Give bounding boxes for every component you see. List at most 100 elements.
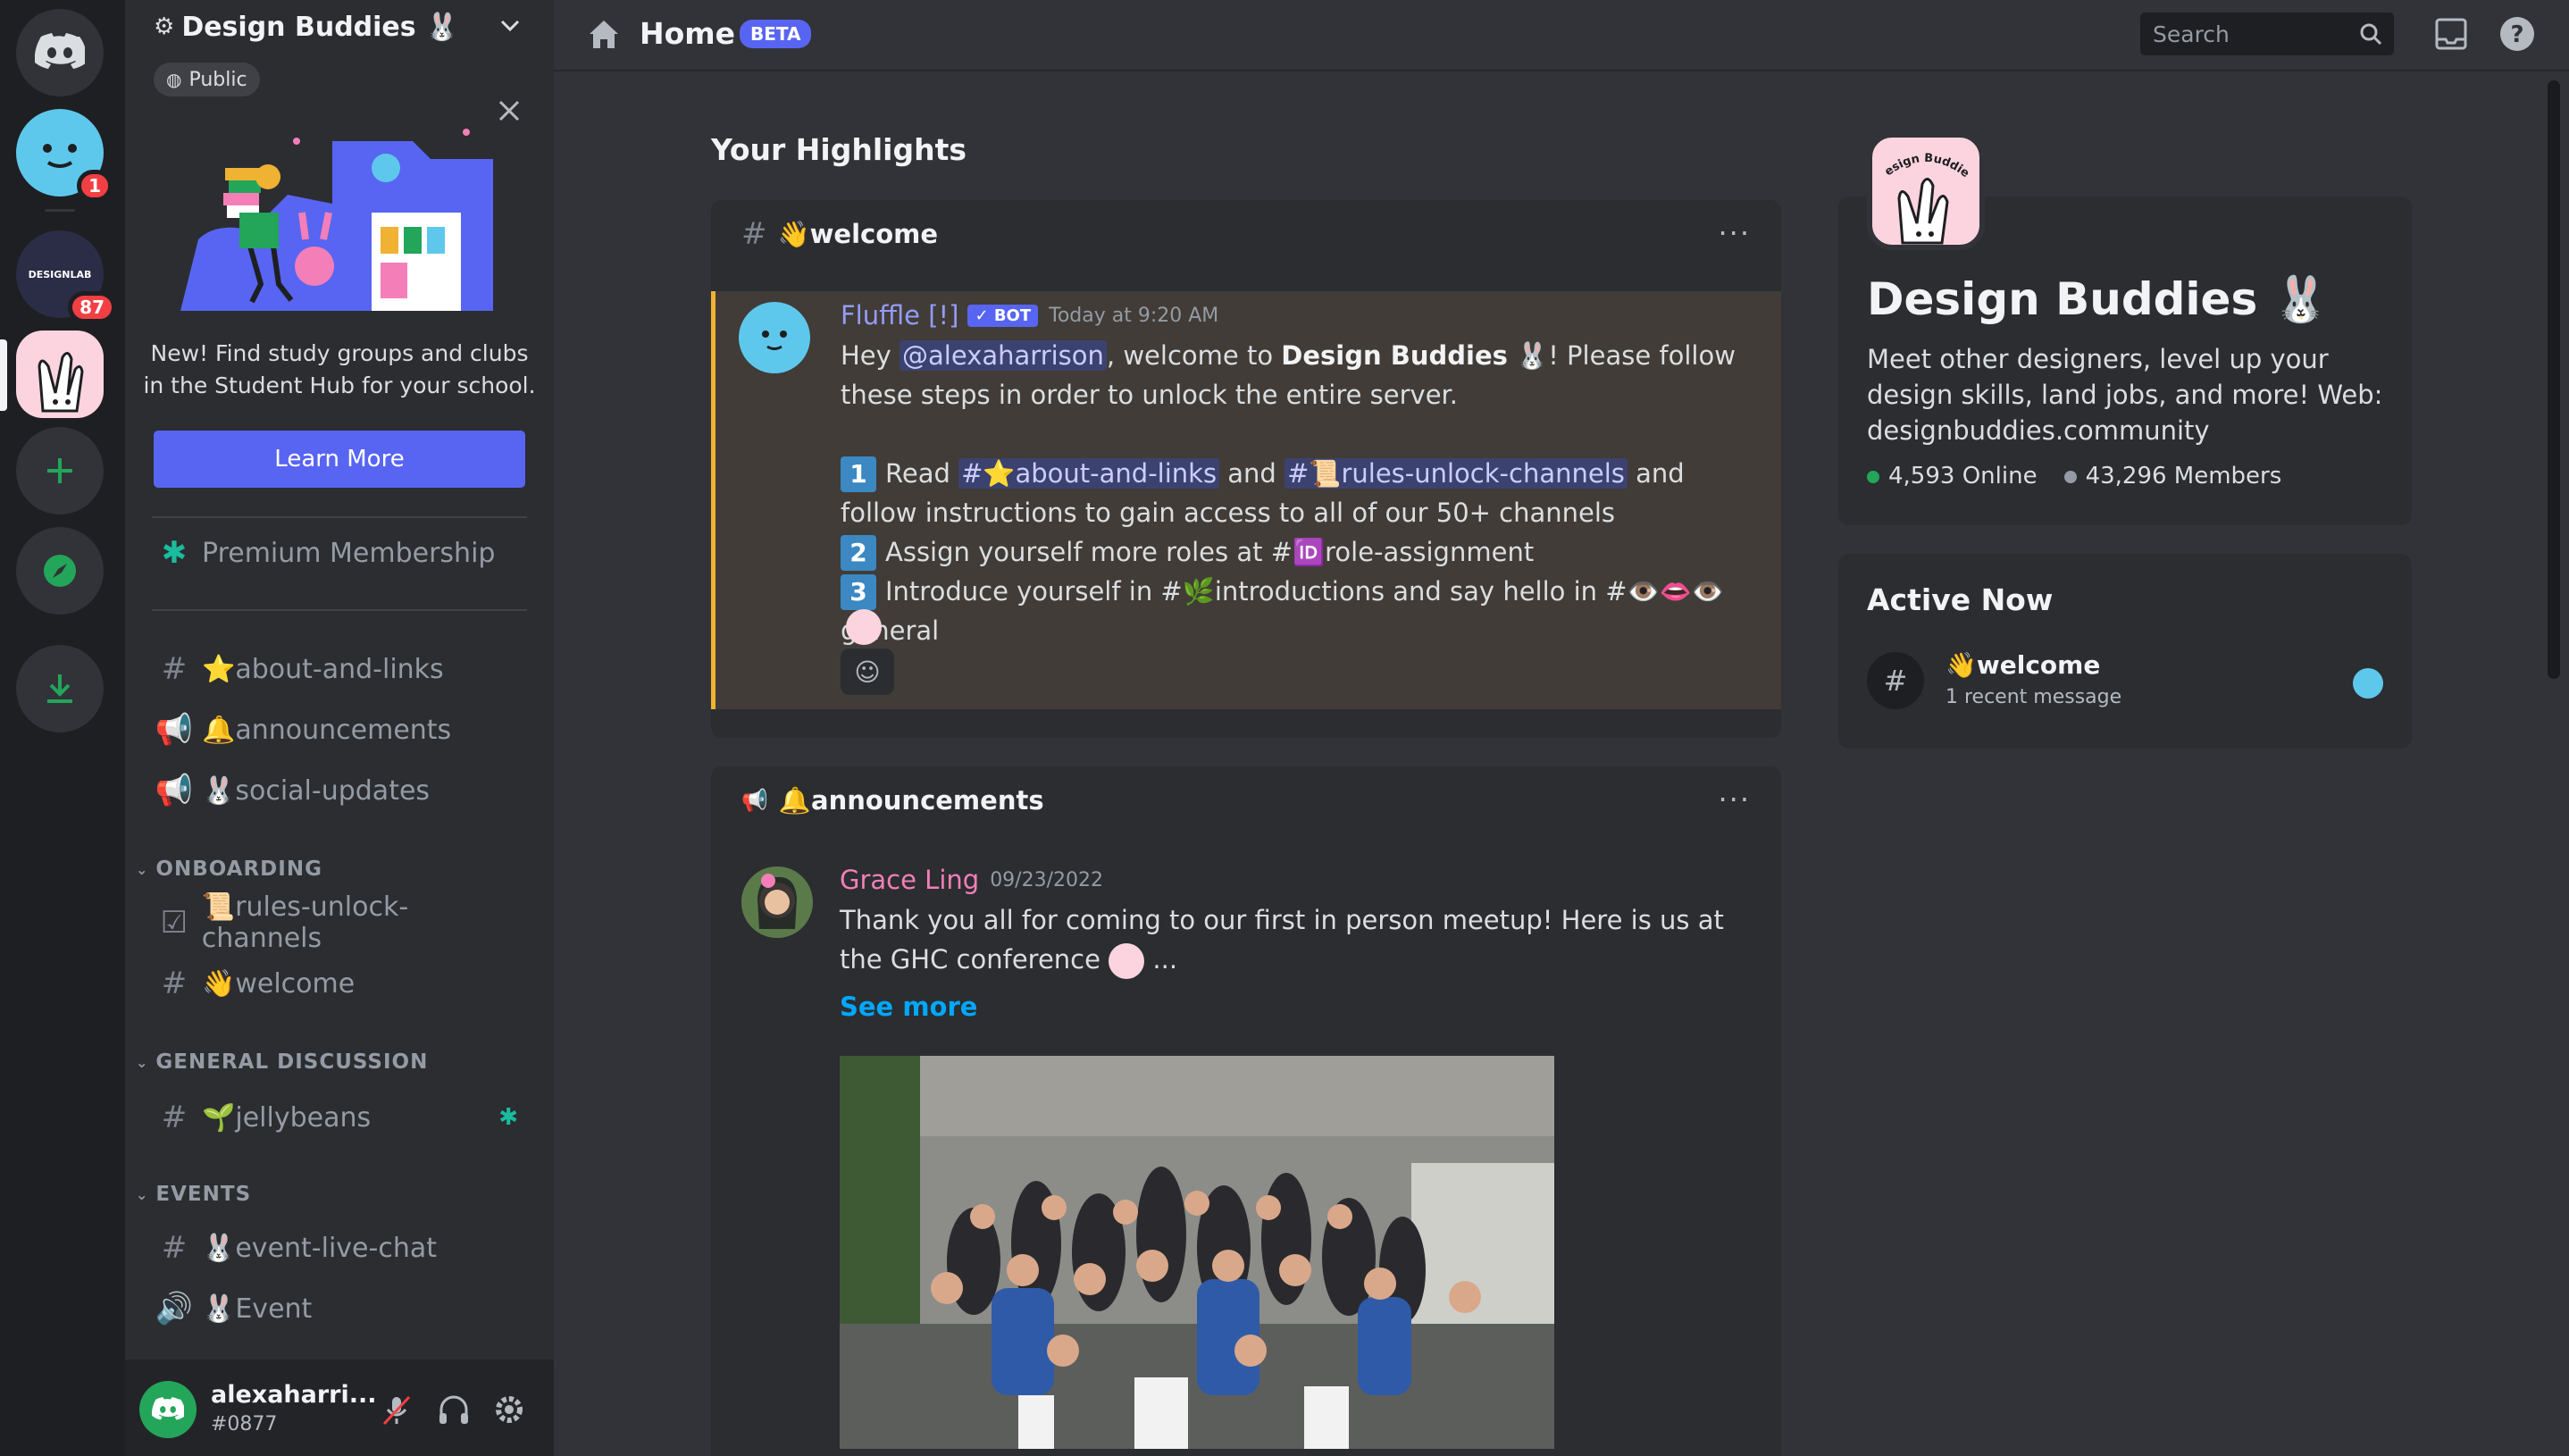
more-options-icon[interactable]: ··· [1718,216,1751,250]
user-name: alexaharri... [211,1381,377,1409]
author-name[interactable]: Fluffle [!] [841,300,958,331]
dm-avatar[interactable]: 1 [16,109,113,202]
category-onboarding[interactable]: ⌄ ONBOARDING [136,858,322,881]
learn-more-button[interactable]: Learn More [154,431,525,488]
server-bold: Design Buddies [1281,340,1508,371]
bunny-emoji-icon [1109,943,1145,979]
channel-label: 🔔announcements [202,714,452,746]
message-body: Thank you all for coming to our first in… [840,900,1751,979]
card-header[interactable]: 📢 🔔announcements [711,766,1781,834]
add-reaction-icon[interactable]: ☺ [841,649,894,695]
top-bar: Home BETA ? [554,0,2569,71]
member-dot-icon [2063,470,2077,483]
online-dot-icon [1867,470,1879,483]
download-icon[interactable] [16,645,104,732]
server-designlab[interactable]: DESIGNLAB 87 [16,230,116,323]
category-label: GENERAL DISCUSSION [155,1050,429,1074]
step-3: 3 Introduce yourself in #🌿introductions a… [841,572,1752,650]
divider [152,609,527,611]
channel-welcome[interactable]: # 👋welcome [152,958,527,1009]
server-header[interactable]: ⚙ Design Buddies 🐰 [125,0,554,54]
card-channel-name: 🔔announcements [778,784,1044,816]
dm-badge: 1 [77,170,113,202]
hash-lock-icon: # [161,1100,188,1135]
help-icon[interactable]: ? [2498,14,2537,54]
server-icon-text: Design Buddies [1872,138,1971,180]
server-name: Design Buddies 🐰 [181,11,459,43]
checkbox-icon: ☑ [160,905,188,941]
card-channel-name: 👋welcome [777,218,939,249]
step-2: 2 Assign yourself more roles at #🆔role-as… [841,532,1752,572]
bot-avatar[interactable] [739,302,810,373]
channel-label: 📜rules-unlock-channels [201,891,409,954]
see-more-link[interactable]: See more [840,992,977,1022]
chevron-down-icon[interactable] [497,13,523,39]
participant-avatar[interactable] [2353,668,2383,699]
meetup-group-photo[interactable] [840,1056,1554,1449]
student-hub-illustration [180,129,493,311]
more-options-icon[interactable]: ··· [1718,782,1751,816]
category-events[interactable]: ⌄ EVENTS [136,1183,251,1206]
text-segment: Introduce yourself in #🌿introductions an… [841,576,1724,646]
author-name[interactable]: Grace Ling [840,865,979,895]
chevron-down-icon: ⌄ [136,860,149,878]
server-design-buddies[interactable] [16,331,104,418]
keycap-2-icon: 2 [841,535,876,571]
active-channel-row[interactable]: # 👋welcome 1 recent message [1867,647,2383,715]
category-label: EVENTS [155,1183,252,1206]
category-general-discussion[interactable]: ⌄ GENERAL DISCUSSION [136,1050,428,1074]
ellipsis: ... [1144,944,1178,975]
mute-mic-icon[interactable] [379,1392,414,1427]
channel-social-updates[interactable]: 📢 🐰social-updates [152,765,527,816]
about-server-name: Design Buddies 🐰 [1867,273,2329,325]
divider [152,516,527,518]
premium-icon: ✱ [498,1104,518,1131]
member-count: 43,296 Members [2063,463,2281,490]
channel-label: 🌱jellybeans [202,1101,372,1134]
megaphone-icon: 📢 [155,773,194,808]
inbox-icon[interactable] [2431,14,2471,54]
home-icon [590,21,618,48]
channel-label: 🐰event-live-chat [202,1232,437,1264]
message-header: Fluffle [!] ✓ BOT Today at 9:20 AM [841,300,1218,331]
channel-sidebar: ⚙ Design Buddies 🐰 ◍ Public New! Find st… [125,0,554,1456]
card-header[interactable]: # 👋welcome [711,200,1781,268]
speaker-icon: 🔊 [155,1291,194,1326]
premium-membership[interactable]: ✱ Premium Membership [152,527,527,579]
headphones-icon[interactable] [436,1392,472,1427]
channel-mention[interactable]: #⭐about-and-links [958,458,1220,489]
user-avatar[interactable] [139,1381,197,1438]
text-segment: , welcome to [1106,340,1282,371]
channel-rules-unlock-channels[interactable]: ☑ 📜rules-unlock-channels [152,891,527,954]
channel-jellybeans[interactable]: # 🌱jellybeans ✱ [152,1092,527,1143]
user-mention[interactable]: @alexaharrison [900,340,1107,371]
discord-home-icon[interactable] [16,9,104,96]
channel-event[interactable]: 🔊 🐰Event [152,1283,527,1335]
channel-mention[interactable]: #📜rules-unlock-channels [1284,458,1628,489]
add-server-icon[interactable] [16,427,104,515]
user-tag: #0877 [211,1413,278,1435]
online-label: 4,593 Online [1888,463,2038,490]
settings-gear-icon[interactable] [491,1392,527,1427]
close-icon[interactable] [495,96,523,125]
active-now-title: Active Now [1867,582,2054,617]
channel-label: 🐰Event [202,1293,313,1325]
highlighted-message: Fluffle [!] ✓ BOT Today at 9:20 AM Hey @… [711,291,1781,709]
channel-event-live-chat[interactable]: # 🐰event-live-chat [152,1222,527,1274]
explore-icon[interactable] [16,527,104,615]
public-label: Public [188,68,247,91]
premium-icon: ✱ [161,535,188,571]
designlab-label: DESIGNLAB [28,268,92,280]
scrollbar[interactable] [2548,80,2560,679]
message-text: Thank you all for coming to our first in… [840,905,1724,975]
category-label: ONBOARDING [155,858,322,881]
message-time: Today at 9:20 AM [1049,304,1219,327]
channel-about-and-links[interactable]: # ⭐about-and-links [152,643,527,695]
active-server-pill [0,339,7,411]
channel-announcements[interactable]: 📢 🔔announcements [152,704,527,756]
search-input[interactable] [2140,13,2394,55]
public-badge: ◍ Public [154,63,260,96]
user-panel: alexaharri... #0877 [125,1360,554,1456]
grace-avatar[interactable] [741,866,813,938]
designlab-badge: 87 [68,291,116,323]
